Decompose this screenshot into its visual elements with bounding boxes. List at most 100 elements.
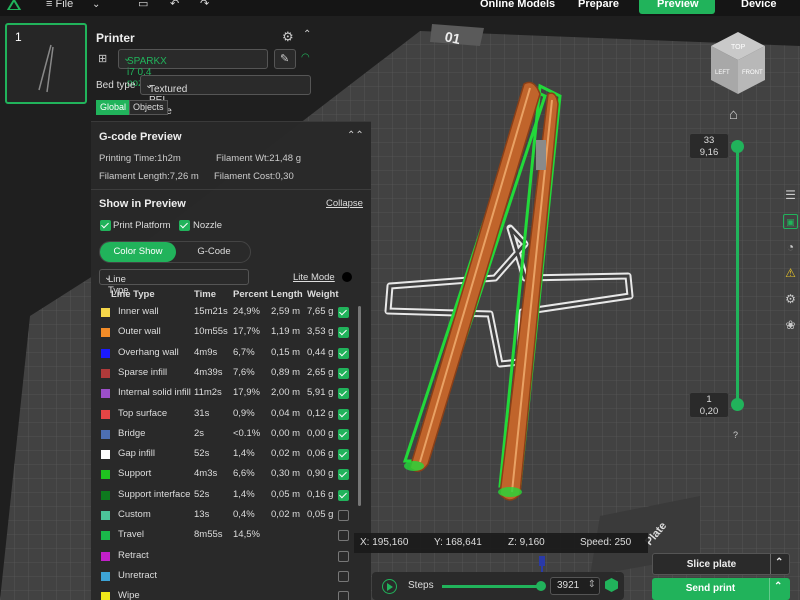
line-type-name: Outer wall	[118, 326, 161, 338]
color-swatch[interactable]	[101, 531, 110, 541]
file-menu[interactable]: ≡ File	[46, 0, 73, 10]
gear-icon[interactable]: ⚙	[282, 29, 294, 45]
layer-slider-track[interactable]	[736, 147, 739, 405]
redo-icon[interactable]: ↷	[200, 0, 209, 10]
undo-icon[interactable]: ↶	[170, 0, 179, 10]
view-cube-top[interactable]: TOP	[731, 44, 746, 51]
row-visibility-checkbox[interactable]	[338, 307, 349, 318]
table-scrollbar[interactable]	[358, 306, 361, 506]
save-icon[interactable]: ▭	[138, 0, 148, 10]
bottom-layer-number: 1	[706, 394, 712, 405]
color-swatch[interactable]	[101, 592, 110, 600]
tab-online-models[interactable]: Online Models	[480, 0, 555, 10]
row-visibility-checkbox[interactable]	[338, 591, 349, 600]
color-swatch[interactable]	[101, 409, 110, 419]
tab-device[interactable]: Device	[741, 0, 776, 10]
line-type-select[interactable]: ⌄ Line Type	[99, 269, 249, 296]
color-swatch[interactable]	[101, 389, 110, 399]
row-visibility-checkbox[interactable]	[338, 469, 349, 481]
line-type-name: Top surface	[118, 407, 168, 419]
edit-printer-button[interactable]: ✎	[274, 49, 296, 69]
layer-slider-top-handle[interactable]	[731, 140, 744, 153]
layer-slider-bottom-handle[interactable]	[731, 398, 744, 411]
slice-options-chevron-icon[interactable]: ⌃	[775, 557, 783, 568]
warning-icon[interactable]: ⚠	[783, 266, 798, 281]
row-visibility-checkbox[interactable]	[338, 327, 349, 339]
color-swatch[interactable]	[101, 450, 110, 460]
printer-model: ⌄ SPARKX i7 0.4 nozzle	[123, 53, 167, 89]
row-visibility-checkbox[interactable]	[338, 530, 349, 542]
table-row: Internal solid infill 11m2s 17,9% 2,00 m 5,9…	[91, 385, 361, 405]
color-swatch[interactable]	[101, 511, 110, 520]
lite-mode-toggle[interactable]	[342, 272, 352, 282]
row-percent: 0,9%	[233, 407, 255, 419]
play-icon[interactable]	[382, 579, 397, 594]
tab-prepare[interactable]: Prepare	[578, 0, 619, 10]
collapse-up-icon[interactable]: ⌃	[303, 29, 311, 40]
color-swatch[interactable]	[101, 348, 110, 358]
top-layer-number: 33	[703, 135, 715, 146]
steps-slider[interactable]	[442, 585, 540, 588]
row-visibility-checkbox[interactable]	[338, 347, 349, 359]
color-swatch[interactable]	[101, 429, 110, 439]
row-visibility-checkbox[interactable]	[338, 408, 349, 420]
home-icon[interactable]: ⌂	[729, 106, 738, 123]
color-swatch[interactable]	[101, 571, 110, 581]
color-swatch[interactable]	[101, 490, 110, 500]
steps-input[interactable]: 3921 ⇕	[550, 577, 600, 595]
plate-thumbnail[interactable]: 1	[5, 23, 87, 104]
cube-icon[interactable]	[605, 578, 618, 592]
color-swatch[interactable]	[101, 368, 110, 378]
tab-global[interactable]: Global	[96, 100, 131, 115]
row-visibility-checkbox[interactable]	[338, 510, 349, 521]
settings-icon[interactable]: ⚙	[783, 292, 798, 307]
print-platform-checkbox[interactable]	[100, 220, 111, 231]
objects-icon[interactable]: ❀	[783, 318, 798, 333]
view-mode-icon[interactable]: ▣	[783, 214, 798, 229]
header-time: Time	[194, 289, 217, 300]
row-visibility-checkbox[interactable]	[338, 428, 349, 440]
tab-objects[interactable]: Objects	[129, 100, 168, 115]
button-divider	[769, 578, 770, 600]
view-cube-front[interactable]: FRONT	[742, 70, 763, 76]
line-type-name: Unretract	[118, 569, 158, 581]
bed-type-select[interactable]: ⌄ Textured PEI Plate	[140, 75, 311, 117]
row-visibility-checkbox[interactable]	[338, 570, 349, 582]
color-swatch[interactable]	[101, 308, 110, 317]
send-options-chevron-icon[interactable]: ⌃	[774, 581, 782, 592]
layers-icon[interactable]: ☰	[783, 188, 798, 203]
steps-slider-handle[interactable]	[536, 581, 546, 591]
collapse-link[interactable]: Collapse	[326, 198, 363, 209]
row-visibility-checkbox[interactable]	[338, 489, 349, 501]
stepper-icon[interactable]: ⇕	[588, 579, 596, 590]
view-cube-left[interactable]: LEFT	[715, 70, 730, 76]
view-cube[interactable]: TOP LEFT FRONT	[707, 30, 769, 98]
gcode-button[interactable]: G-Code	[176, 242, 252, 262]
line-type-name: Wipe	[118, 590, 140, 600]
chevron-down-icon[interactable]: ⌄	[92, 0, 100, 10]
color-swatch[interactable]	[101, 470, 110, 480]
row-percent: 0,4%	[233, 509, 255, 520]
lite-mode-link[interactable]: Lite Mode	[293, 272, 335, 283]
speed-readout: Speed: 250	[580, 537, 632, 548]
collapse-panel-icon[interactable]: ⌃⌃	[347, 130, 364, 141]
speed-icon[interactable]: ◔	[783, 240, 798, 255]
row-length: 1,19 m	[271, 326, 301, 338]
line-type-name: Gap infill	[118, 448, 155, 460]
row-visibility-checkbox[interactable]	[338, 388, 349, 400]
row-time: 8m55s	[194, 529, 223, 541]
layer-top-box: 33 9,16	[689, 133, 729, 159]
tab-preview[interactable]: Preview	[657, 0, 699, 10]
printer-select[interactable]: ⌄ SPARKX i7 0.4 nozzle	[118, 49, 268, 89]
help-icon[interactable]: ?	[733, 430, 738, 440]
row-visibility-checkbox[interactable]	[338, 367, 349, 379]
send-print-button[interactable]: Send print ⌃	[652, 578, 790, 600]
color-swatch[interactable]	[101, 551, 110, 561]
nozzle-checkbox[interactable]	[179, 220, 190, 231]
row-visibility-checkbox[interactable]	[338, 550, 349, 562]
slice-plate-button[interactable]: Slice plate ⌃	[652, 553, 790, 575]
color-show-button[interactable]: Color Show	[100, 242, 176, 262]
slice-plate-label: Slice plate	[686, 559, 737, 570]
row-visibility-checkbox[interactable]	[338, 449, 349, 461]
color-swatch[interactable]	[101, 328, 110, 338]
